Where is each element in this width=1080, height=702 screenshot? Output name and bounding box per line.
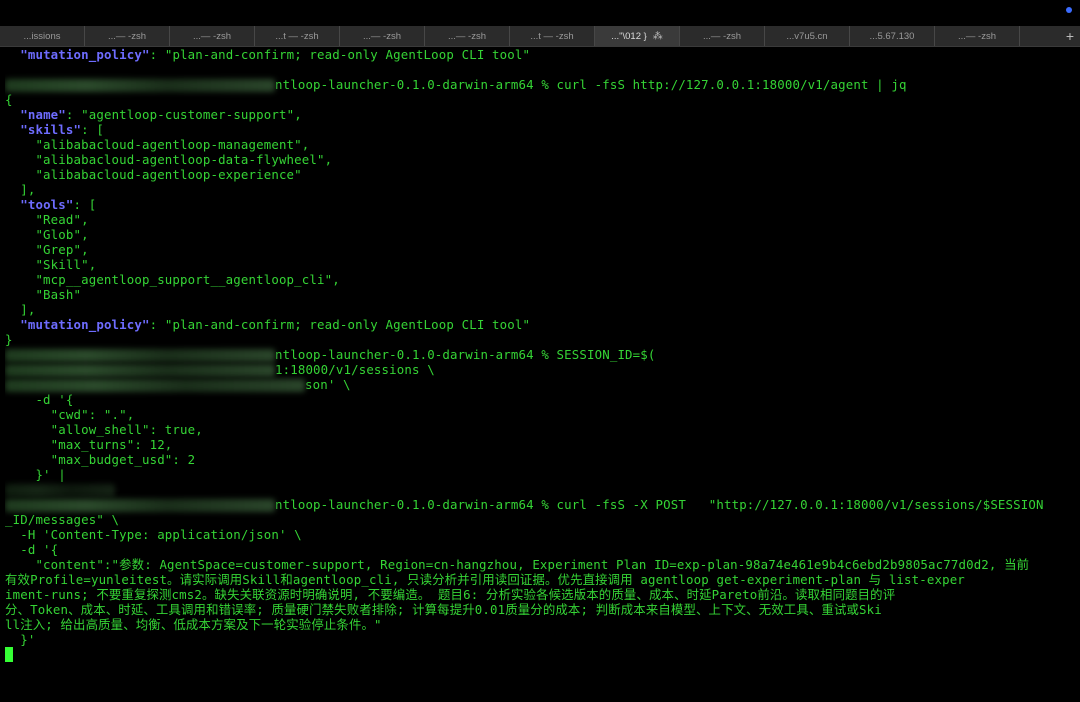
redacted-text bbox=[5, 364, 275, 377]
terminal-line: "content":"参数: AgentSpace=customer-suppo… bbox=[5, 557, 1030, 572]
terminal-line: }' | bbox=[5, 467, 66, 482]
terminal-line: ], bbox=[5, 182, 36, 197]
terminal-line: "Bash" bbox=[5, 287, 82, 302]
tab-7[interactable]: ...t — -zsh bbox=[510, 26, 595, 46]
terminal-prompt-line: ntloop-launcher-0.1.0-darwin-arm64 % cur… bbox=[5, 77, 1077, 92]
terminal-line: 有效Profile=yunleitest。请实际调用Skill和agentloo… bbox=[5, 572, 965, 587]
tab-9[interactable]: ...— -zsh bbox=[680, 26, 765, 46]
tab-bar: ...issions ...— -zsh ...— -zsh ...t — -z… bbox=[0, 26, 1080, 47]
terminal-line: ], bbox=[5, 302, 36, 317]
tab-5[interactable]: ...— -zsh bbox=[340, 26, 425, 46]
loading-spinner-icon: ⁂ bbox=[652, 30, 663, 42]
tab-8-active[interactable]: ..."\012 } ⁂ bbox=[595, 26, 680, 46]
new-tab-button[interactable]: + bbox=[1020, 26, 1080, 46]
terminal-line: { bbox=[5, 92, 13, 107]
terminal-line: "Skill", bbox=[5, 257, 97, 272]
terminal-line: "alibabacloud-agentloop-data-flywheel", bbox=[5, 152, 333, 167]
tab-4[interactable]: ...t — -zsh bbox=[255, 26, 340, 46]
redacted-prompt bbox=[5, 349, 275, 362]
tab-3[interactable]: ...— -zsh bbox=[170, 26, 255, 46]
terminal-line: "Grep", bbox=[5, 242, 89, 257]
terminal-line: 1:18000/v1/sessions \ bbox=[5, 362, 1077, 377]
redacted-text bbox=[5, 379, 305, 392]
tab-11[interactable]: ...5.67.130 bbox=[850, 26, 935, 46]
terminal-line: } bbox=[5, 332, 13, 347]
terminal-line: }' bbox=[5, 632, 36, 647]
terminal-line: -d '{ bbox=[5, 392, 74, 407]
plus-icon: + bbox=[1065, 28, 1074, 44]
terminal-line: "alibabacloud-agentloop-experience" bbox=[5, 167, 302, 182]
terminal-line: "mutation_policy": "plan-and-confirm; re… bbox=[20, 317, 531, 332]
status-dot bbox=[1066, 7, 1072, 13]
terminal-line: -H 'Content-Type: application/json' \ bbox=[5, 527, 302, 542]
terminal-line: iment-runs; 不要重复探测cms2。缺失关联资源时明确说明, 不要编造… bbox=[5, 587, 896, 602]
tab-2[interactable]: ...— -zsh bbox=[85, 26, 170, 46]
redacted-prompt bbox=[5, 499, 275, 512]
terminal-line: "name": "agentloop-customer-support", bbox=[20, 107, 302, 122]
terminal-line: _ID/messages" \ bbox=[5, 512, 120, 527]
terminal-line: -d '{ bbox=[5, 542, 59, 557]
terminal-cursor-line bbox=[5, 647, 1077, 662]
terminal-line: 分、Token、成本、时延、工具调用和错误率; 质量硬门禁失败者排除; 计算每提… bbox=[5, 602, 882, 617]
terminal-line: "cwd": ".", bbox=[5, 407, 135, 422]
terminal-line: "allow_shell": true, bbox=[5, 422, 203, 437]
terminal-line: "skills": [ bbox=[20, 122, 104, 137]
title-bar bbox=[0, 0, 1080, 26]
terminal-line-blank bbox=[5, 482, 1077, 497]
terminal-line: "Read", bbox=[5, 212, 89, 227]
terminal-line: "Glob", bbox=[5, 227, 89, 242]
terminal-line: ll注入; 给出高质量、均衡、低成本方案及下一轮实验停止条件。" bbox=[5, 617, 382, 632]
redacted-text bbox=[5, 484, 115, 497]
tab-1[interactable]: ...issions bbox=[0, 26, 85, 46]
tab-12[interactable]: ...— -zsh bbox=[935, 26, 1020, 46]
terminal-line: "max_budget_usd": 2 bbox=[5, 452, 196, 467]
terminal-output[interactable]: "mutation_policy": "plan-and-confirm; re… bbox=[5, 47, 1077, 697]
terminal-line: son' \ bbox=[5, 377, 1077, 392]
tab-6[interactable]: ...— -zsh bbox=[425, 26, 510, 46]
terminal-line: "max_turns": 12, bbox=[5, 437, 173, 452]
terminal-prompt-line: ntloop-launcher-0.1.0-darwin-arm64 % SES… bbox=[5, 347, 1077, 362]
terminal-line: "mutation_policy": "plan-and-confirm; re… bbox=[20, 47, 531, 62]
terminal-line: "tools": [ bbox=[20, 197, 97, 212]
terminal-line: "mcp__agentloop_support__agentloop_cli", bbox=[5, 272, 340, 287]
text-cursor bbox=[5, 647, 13, 662]
tab-10[interactable]: ...v7u5.cn bbox=[765, 26, 850, 46]
terminal-line: "alibabacloud-agentloop-management", bbox=[5, 137, 310, 152]
terminal-prompt-line: ntloop-launcher-0.1.0-darwin-arm64 % cur… bbox=[5, 497, 1077, 512]
redacted-prompt bbox=[5, 79, 275, 92]
